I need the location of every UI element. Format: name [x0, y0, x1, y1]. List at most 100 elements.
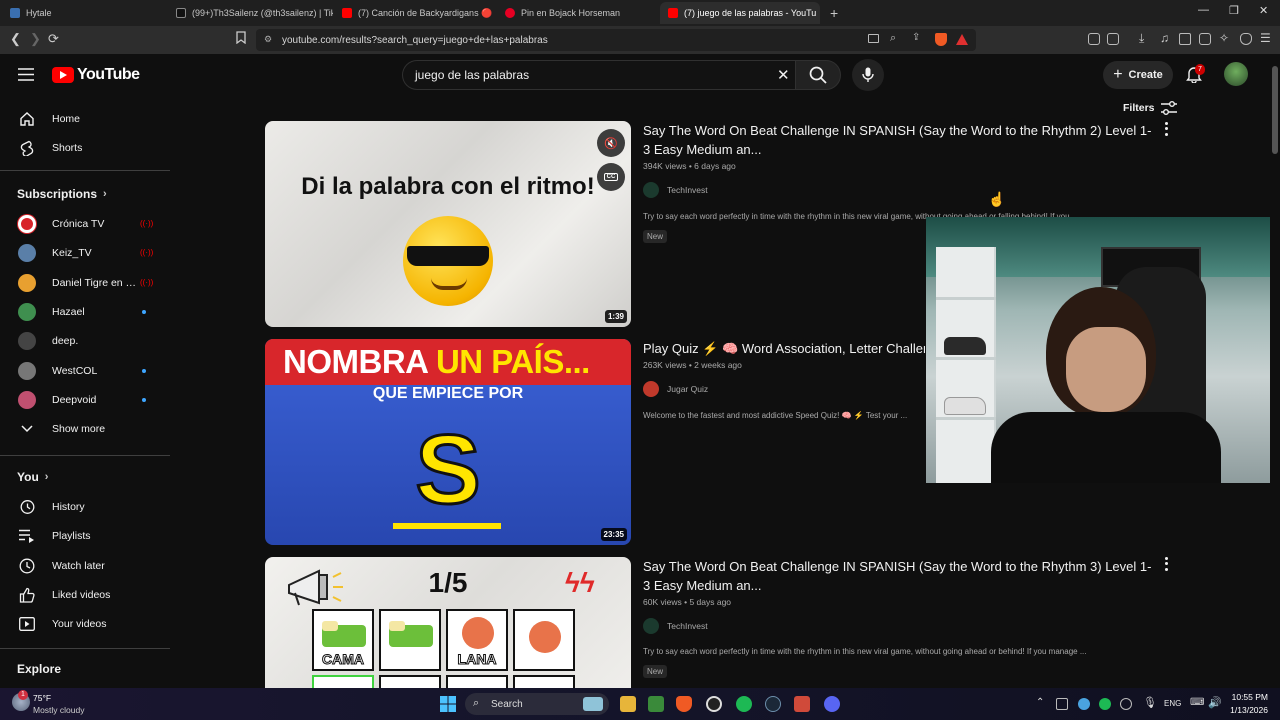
tray-app-icon[interactable]: [1056, 698, 1068, 710]
share-icon[interactable]: ⇪: [912, 32, 920, 43]
restore-icon[interactable]: ❐: [1229, 4, 1239, 17]
sidebar-item-watch-later[interactable]: Watch later: [0, 551, 170, 580]
sidebar-panel-icon[interactable]: [1107, 33, 1119, 45]
vpn-icon[interactable]: [1240, 33, 1252, 45]
bookmark-icon[interactable]: [236, 31, 246, 47]
tray-expand-icon[interactable]: ⌃: [1036, 697, 1044, 708]
network-icon[interactable]: ⌨: [1190, 697, 1204, 708]
menu-icon[interactable]: ☰: [1260, 31, 1271, 45]
wallet-icon[interactable]: [1199, 33, 1211, 45]
tray-mic-icon[interactable]: 🎙: [1143, 696, 1157, 709]
captions-icon[interactable]: CC: [597, 163, 625, 191]
video-thumbnail[interactable]: NOMBRA UN PAÍS... QUE EMPIECE POR S 23:3…: [265, 339, 631, 545]
tray-spotify-icon[interactable]: [1099, 698, 1111, 710]
mute-icon[interactable]: 🔇: [597, 129, 625, 157]
discord-icon[interactable]: [824, 696, 840, 712]
sidebar-item-label: WestCOL: [52, 364, 98, 377]
back-icon[interactable]: ❮: [10, 31, 21, 47]
cast-icon[interactable]: [868, 34, 879, 43]
like-icon: [18, 586, 36, 604]
file-explorer-icon[interactable]: [620, 696, 636, 712]
windows-start-icon[interactable]: [440, 696, 456, 712]
more-options-icon[interactable]: [1160, 121, 1172, 137]
new-tab-button[interactable]: +: [822, 2, 844, 24]
reload-icon[interactable]: ⟳: [48, 31, 59, 47]
clear-search-icon[interactable]: ✕: [777, 66, 790, 84]
minimize-icon[interactable]: —: [1198, 4, 1209, 16]
channel-link[interactable]: TechInvest: [643, 182, 708, 198]
chevron-down-icon: [18, 420, 36, 438]
site-info-icon[interactable]: ⚙: [264, 34, 272, 45]
clock-date[interactable]: 1/13/2026: [1226, 705, 1268, 715]
guide-menu-icon[interactable]: [18, 68, 34, 86]
spotify-icon[interactable]: [736, 696, 752, 712]
sidebar-item-shorts[interactable]: Shorts: [0, 133, 170, 162]
zoom-icon[interactable]: ⌕: [890, 32, 896, 45]
video-thumbnail[interactable]: 1/5 ϟϟ CAMA LANA: [265, 557, 631, 688]
brave-rewards-icon[interactable]: [956, 34, 968, 45]
clock-time[interactable]: 10:55 PM: [1226, 692, 1268, 702]
sidebar-divider: [0, 455, 170, 456]
sidebar-item-subscription[interactable]: deep.: [0, 326, 170, 355]
youtube-play-icon: [52, 67, 74, 83]
forward-icon[interactable]: ❯: [30, 31, 41, 47]
steam-icon[interactable]: [765, 696, 781, 712]
search-button[interactable]: [795, 60, 841, 90]
youtube-logo[interactable]: YouTube: [52, 66, 140, 84]
video-description: Welcome to the fastest and most addictiv…: [643, 411, 908, 420]
filters-button[interactable]: Filters: [1123, 101, 1177, 115]
browser-tab[interactable]: (99+)Th3Sailenz (@th3sailenz) | TikTo: [168, 2, 333, 24]
taskbar-search[interactable]: ⌕ Search: [465, 693, 609, 715]
extensions-icon[interactable]: [1088, 33, 1100, 45]
language-indicator[interactable]: ENG: [1164, 699, 1181, 708]
more-options-icon[interactable]: [1160, 556, 1172, 572]
browser-tab[interactable]: (7) Canción de Backyardigans 🔴 - Yo: [334, 2, 494, 24]
app-icon[interactable]: [794, 696, 810, 712]
browser-tab[interactable]: Hytale: [2, 2, 167, 24]
sidebar-item-home[interactable]: Home: [0, 104, 170, 133]
hand-cursor-icon: ☝: [988, 191, 1006, 207]
brave-browser-icon[interactable]: [676, 696, 692, 712]
create-button[interactable]: + Create: [1103, 61, 1173, 89]
account-avatar[interactable]: [1224, 62, 1248, 86]
split-view-icon[interactable]: [1179, 33, 1191, 45]
volume-icon[interactable]: 🔊: [1208, 696, 1222, 709]
your-videos-icon: [18, 615, 36, 633]
channel-link[interactable]: TechInvest: [643, 618, 708, 634]
channel-link[interactable]: Jugar Quiz: [643, 381, 708, 397]
video-title[interactable]: Play Quiz ⚡ 🧠 Word Association, Letter C…: [643, 339, 925, 358]
sidebar-item-subscription[interactable]: Keiz_TV ((·)): [0, 238, 170, 267]
you-header[interactable]: You ›: [17, 470, 48, 484]
voice-search-button[interactable]: [852, 59, 884, 91]
sidebar-item-liked-videos[interactable]: Liked videos: [0, 580, 170, 609]
brave-shield-icon[interactable]: [935, 33, 947, 46]
window-close-icon[interactable]: ✕: [1259, 4, 1268, 17]
sidebar-item-subscription[interactable]: Daniel Tigre en E... ((·)): [0, 268, 170, 297]
sidebar-item-playlists[interactable]: Playlists: [0, 521, 170, 550]
video-thumbnail[interactable]: Di la palabra con el ritmo! 🔇 CC 1:39: [265, 121, 631, 327]
subscriptions-header[interactable]: Subscriptions ›: [17, 187, 107, 201]
tray-steam-icon[interactable]: [1078, 698, 1090, 710]
video-title[interactable]: Say The Word On Beat Challenge IN SPANIS…: [643, 557, 1153, 595]
weather-temp: 75°F: [33, 693, 52, 703]
obs-icon[interactable]: [706, 696, 722, 712]
scrollbar-thumb[interactable]: [1272, 66, 1278, 154]
sidebar-show-more[interactable]: Show more: [0, 414, 170, 443]
tray-app-icon[interactable]: [1120, 698, 1132, 710]
media-icon[interactable]: ♫: [1160, 31, 1169, 45]
search-input[interactable]: juego de las palabras ✕: [402, 60, 796, 90]
address-bar[interactable]: ⚙ youtube.com/results?search_query=juego…: [256, 29, 976, 51]
browser-tab[interactable]: Pin en Bojack Horseman: [497, 2, 657, 24]
sidebar-item-subscription[interactable]: Crónica TV ((·)): [0, 209, 170, 238]
sidebar-item-history[interactable]: History: [0, 492, 170, 521]
sidebar-item-subscription[interactable]: Deepvoid: [0, 385, 170, 414]
minecraft-icon[interactable]: [648, 696, 664, 712]
video-title[interactable]: Say The Word On Beat Challenge IN SPANIS…: [643, 121, 1153, 159]
sidebar-item-subscription[interactable]: Hazael: [0, 297, 170, 326]
sidebar-item-subscription[interactable]: WestCOL: [0, 356, 170, 385]
browser-tab-active[interactable]: (7) juego de las palabras - YouTu ✕: [660, 2, 820, 24]
search-highlight-icon: [583, 697, 603, 711]
leo-ai-icon[interactable]: ✧: [1219, 31, 1229, 45]
sidebar-item-your-videos[interactable]: Your videos: [0, 609, 170, 638]
download-icon[interactable]: ⤓: [1139, 31, 1144, 46]
